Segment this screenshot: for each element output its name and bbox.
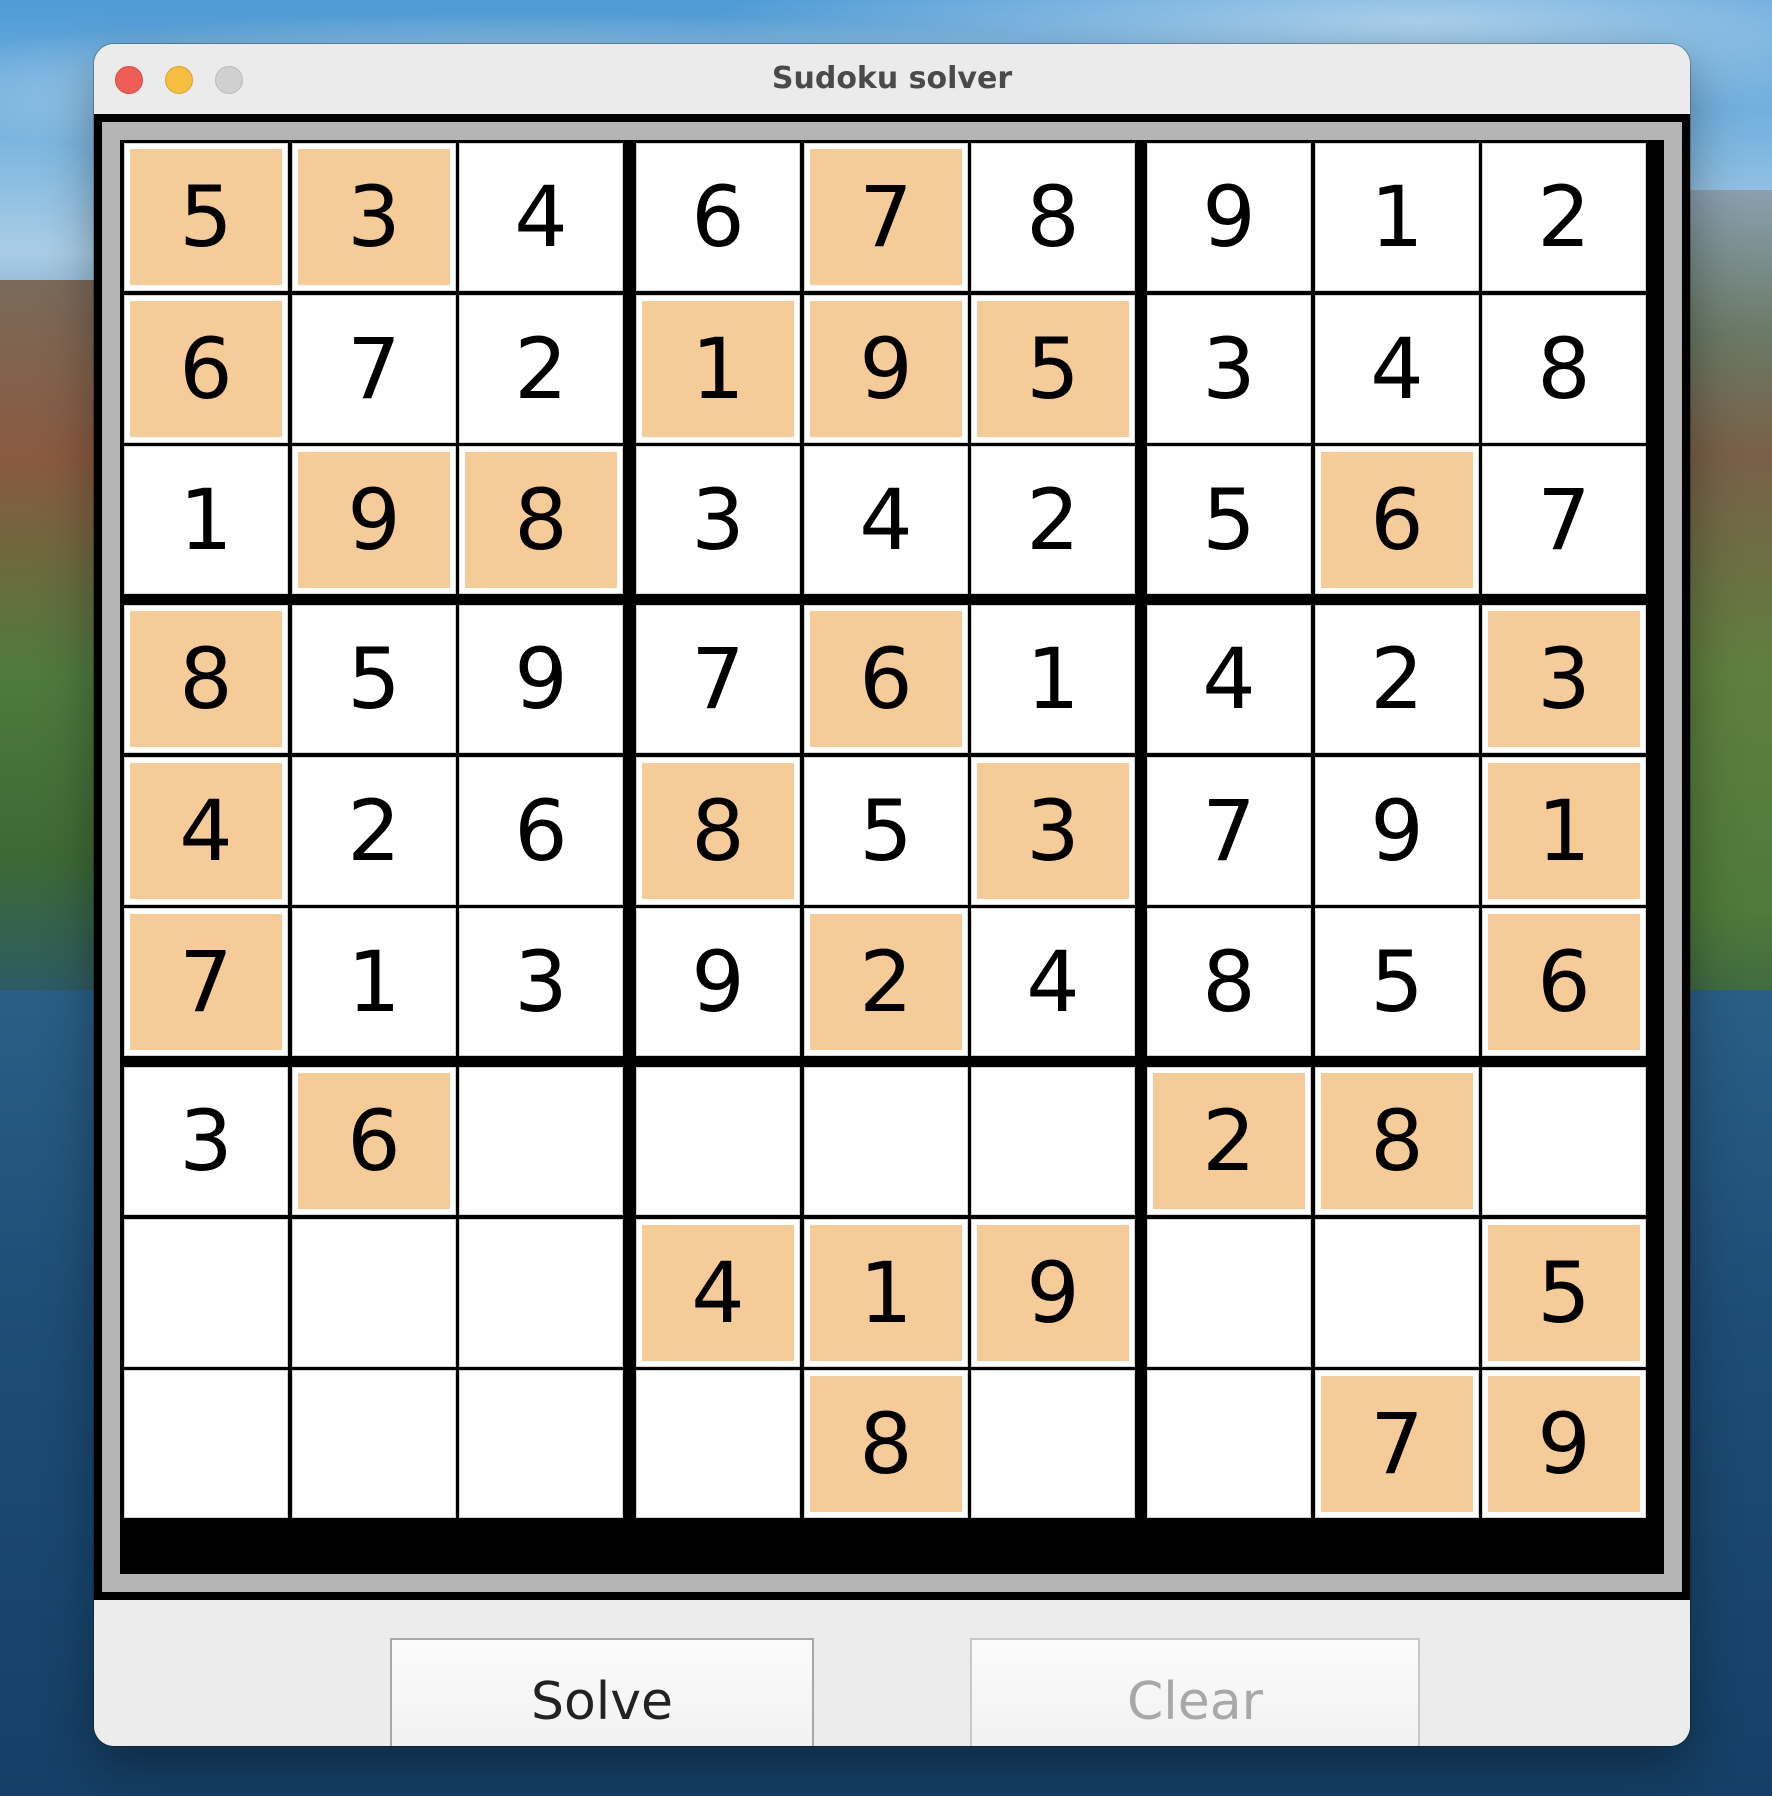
sudoku-cell[interactable]: 4 [804,446,968,594]
sudoku-cell[interactable]: 5 [1147,446,1311,594]
sudoku-cell[interactable]: 3 [971,757,1135,905]
sudoku-cell[interactable]: 5 [804,757,968,905]
sudoku-cell[interactable]: 9 [292,446,456,594]
sudoku-cell[interactable]: 1 [1315,143,1479,291]
sudoku-cell[interactable]: 6 [1482,908,1646,1056]
sudoku-cell[interactable]: 9 [971,1219,1135,1367]
sudoku-cell[interactable]: 5 [1315,908,1479,1056]
sudoku-cell[interactable] [459,1067,623,1215]
sudoku-grid: 5346789126721953481983425678597614234268… [120,140,1664,1574]
sudoku-cell[interactable]: 3 [636,446,800,594]
sudoku-cell[interactable] [971,1067,1135,1215]
sudoku-cell[interactable]: 4 [1315,295,1479,443]
sudoku-cell[interactable]: 7 [292,295,456,443]
clear-button[interactable]: Clear [970,1638,1420,1746]
sudoku-cell[interactable]: 7 [124,908,288,1056]
sudoku-cell[interactable]: 2 [971,446,1135,594]
sudoku-board-border: 5346789126721953481983425678597614234268… [102,122,1682,1592]
sudoku-cell[interactable]: 8 [124,605,288,753]
sudoku-cell[interactable]: 1 [1482,757,1646,905]
sudoku-cell[interactable]: 7 [1315,1370,1479,1518]
sudoku-cell[interactable]: 9 [804,295,968,443]
sudoku-cell[interactable]: 6 [292,1067,456,1215]
sudoku-cell[interactable]: 8 [971,143,1135,291]
sudoku-cell[interactable]: 7 [804,143,968,291]
sudoku-board-frame: 5346789126721953481983425678597614234268… [94,114,1690,1600]
sudoku-cell[interactable] [1147,1370,1311,1518]
button-bar: Solve Clear [94,1600,1690,1746]
sudoku-cell[interactable]: 8 [1147,908,1311,1056]
sudoku-cell[interactable]: 3 [292,143,456,291]
sudoku-cell[interactable]: 3 [459,908,623,1056]
sudoku-cell[interactable] [292,1370,456,1518]
sudoku-cell[interactable]: 2 [459,295,623,443]
sudoku-cell[interactable]: 8 [804,1370,968,1518]
sudoku-cell[interactable] [292,1219,456,1367]
sudoku-cell[interactable]: 6 [124,295,288,443]
sudoku-cell[interactable]: 9 [636,908,800,1056]
sudoku-cell[interactable]: 8 [459,446,623,594]
sudoku-cell[interactable]: 1 [292,908,456,1056]
sudoku-cell[interactable]: 2 [804,908,968,1056]
sudoku-cell[interactable]: 2 [1147,1067,1311,1215]
window-title: Sudoku solver [771,61,1013,96]
sudoku-cell[interactable]: 6 [459,757,623,905]
sudoku-cell[interactable]: 4 [124,757,288,905]
sudoku-cell[interactable]: 6 [804,605,968,753]
sudoku-cell[interactable]: 2 [292,757,456,905]
app-window: Sudoku solver 53467891267219534819834256… [94,44,1690,1746]
sudoku-cell[interactable]: 8 [636,757,800,905]
sudoku-cell[interactable]: 6 [1315,446,1479,594]
sudoku-cell[interactable]: 4 [459,143,623,291]
sudoku-cell[interactable]: 7 [1147,757,1311,905]
sudoku-cell[interactable] [636,1067,800,1215]
sudoku-cell[interactable] [1482,1067,1646,1215]
sudoku-cell[interactable]: 9 [1147,143,1311,291]
sudoku-cell[interactable]: 3 [1482,605,1646,753]
sudoku-cell[interactable] [1147,1219,1311,1367]
solve-button[interactable]: Solve [390,1638,814,1746]
sudoku-cell[interactable] [804,1067,968,1215]
sudoku-cell[interactable] [636,1370,800,1518]
sudoku-cell[interactable]: 6 [636,143,800,291]
sudoku-cell[interactable] [124,1370,288,1518]
sudoku-cell[interactable]: 2 [1482,143,1646,291]
sudoku-cell[interactable]: 5 [124,143,288,291]
sudoku-cell[interactable]: 1 [804,1219,968,1367]
sudoku-cell[interactable]: 5 [971,295,1135,443]
sudoku-cell[interactable]: 2 [1315,605,1479,753]
sudoku-cell[interactable] [1315,1219,1479,1367]
sudoku-cell[interactable]: 4 [971,908,1135,1056]
sudoku-cell[interactable] [459,1219,623,1367]
sudoku-cell[interactable]: 5 [292,605,456,753]
sudoku-cell[interactable]: 1 [636,295,800,443]
sudoku-cell[interactable]: 3 [1147,295,1311,443]
sudoku-cell[interactable]: 3 [124,1067,288,1215]
sudoku-cell[interactable]: 1 [124,446,288,594]
sudoku-cell[interactable] [124,1219,288,1367]
sudoku-cell[interactable]: 1 [971,605,1135,753]
sudoku-cell[interactable] [971,1370,1135,1518]
sudoku-cell[interactable]: 9 [1315,757,1479,905]
sudoku-cell[interactable]: 8 [1482,295,1646,443]
sudoku-cell[interactable]: 8 [1315,1067,1479,1215]
sudoku-cell[interactable]: 4 [1147,605,1311,753]
sudoku-cell[interactable] [459,1370,623,1518]
sudoku-cell[interactable]: 9 [459,605,623,753]
title-bar: Sudoku solver [94,44,1690,114]
sudoku-cell[interactable]: 7 [636,605,800,753]
sudoku-cell[interactable]: 9 [1482,1370,1646,1518]
sudoku-cell[interactable]: 7 [1482,446,1646,594]
sudoku-cell[interactable]: 5 [1482,1219,1646,1367]
sudoku-cell[interactable]: 4 [636,1219,800,1367]
